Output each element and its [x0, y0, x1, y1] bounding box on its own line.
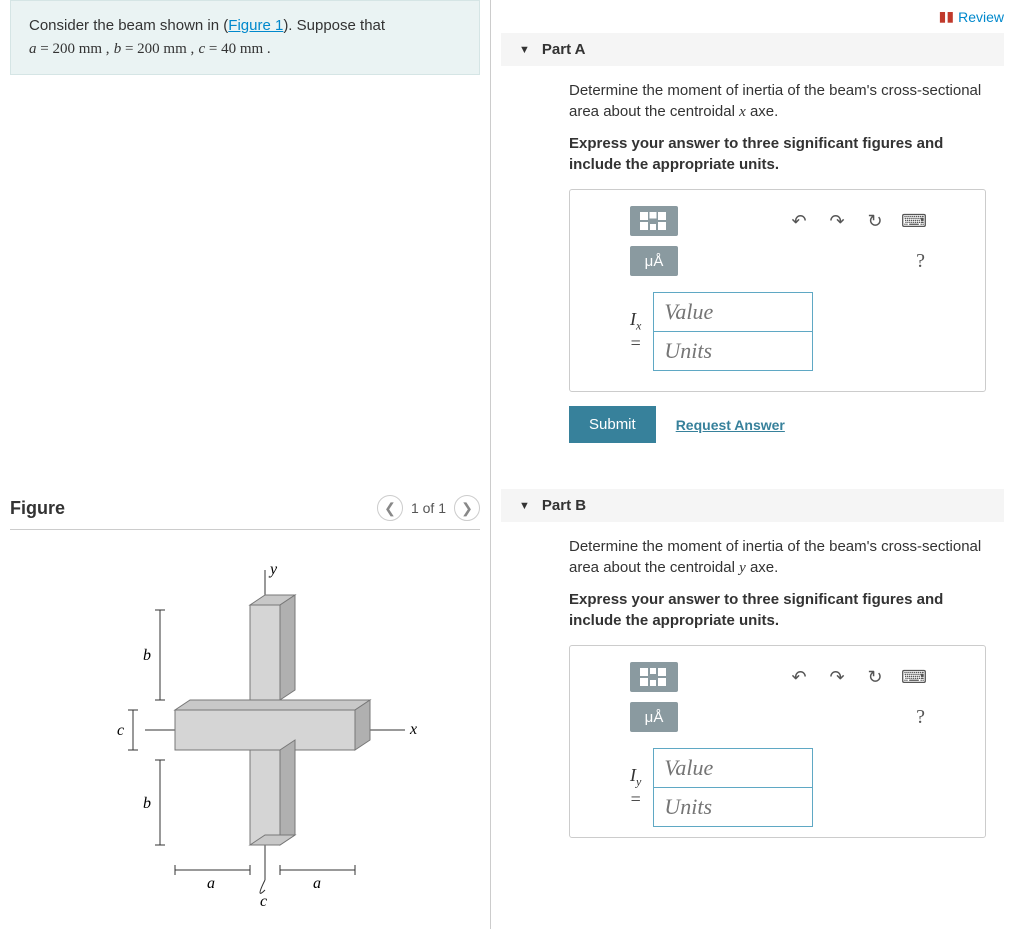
caret-down-icon: ▼: [519, 44, 530, 56]
part-a-instruction: Express your answer to three significant…: [569, 133, 986, 175]
help-icon[interactable]: ?: [916, 706, 925, 729]
part-a-question: Determine the moment of inertia of the b…: [569, 80, 986, 123]
reset-icon[interactable]: ↻: [863, 667, 887, 688]
figure-next-button[interactable]: ❯: [454, 495, 480, 521]
val-b: = 200 mm ,: [121, 41, 194, 57]
figure-nav: ❮ 1 of 1 ❯: [377, 495, 480, 521]
keyboard-icon[interactable]: ⌨: [901, 667, 925, 688]
part-b-title: Part B: [542, 497, 586, 514]
reset-icon[interactable]: ↻: [863, 211, 887, 232]
units-input[interactable]: [653, 787, 813, 827]
units-format-button[interactable]: μÅ: [630, 702, 678, 732]
redo-icon[interactable]: ↷: [825, 667, 849, 688]
templates-button[interactable]: [630, 206, 678, 236]
value-input[interactable]: [653, 292, 813, 332]
svg-text:b: b: [143, 647, 151, 664]
val-c: = 40 mm .: [205, 41, 271, 57]
value-input[interactable]: [653, 748, 813, 788]
svg-text:b: b: [143, 795, 151, 812]
val-a: = 200 mm ,: [37, 41, 110, 57]
undo-icon[interactable]: ↶: [787, 211, 811, 232]
figure-section: Figure ❮ 1 of 1 ❯ y x: [10, 495, 480, 933]
caret-down-icon: ▼: [519, 500, 530, 512]
figure-image: y x: [10, 530, 480, 933]
figure-prev-button[interactable]: ❮: [377, 495, 403, 521]
part-a-header[interactable]: ▼ Part A: [501, 33, 1004, 66]
svg-text:c: c: [260, 893, 267, 910]
part-b-instruction: Express your answer to three significant…: [569, 589, 986, 631]
undo-icon[interactable]: ↶: [787, 667, 811, 688]
request-answer-link[interactable]: Request Answer: [676, 417, 785, 433]
var-a: a: [29, 41, 37, 57]
svg-text:y: y: [268, 561, 278, 578]
keyboard-icon[interactable]: ⌨: [901, 211, 925, 232]
svg-text:a: a: [313, 875, 321, 892]
part-a-title: Part A: [542, 41, 586, 58]
variable-label-iy: Iy =: [630, 765, 641, 811]
part-b-section: ▼ Part B Determine the moment of inertia…: [501, 489, 1004, 872]
review-link[interactable]: ▮▮ Review: [501, 0, 1004, 33]
figure-counter: 1 of 1: [411, 500, 446, 516]
problem-statement: Consider the beam shown in (Figure 1). S…: [10, 0, 480, 75]
svg-text:a: a: [207, 875, 215, 892]
submit-button[interactable]: Submit: [569, 406, 656, 443]
svg-text:c: c: [117, 722, 124, 739]
figure-title: Figure: [10, 498, 65, 519]
part-b-header[interactable]: ▼ Part B: [501, 489, 1004, 522]
part-b-answer-box: ↶ ↷ ↻ ⌨ μÅ ? Iy =: [569, 645, 986, 838]
part-a-answer-box: ↶ ↷ ↻ ⌨ μÅ ? Ix =: [569, 189, 986, 392]
units-input[interactable]: [653, 331, 813, 371]
problem-text-suffix: ). Suppose that: [283, 17, 385, 34]
templates-button[interactable]: [630, 662, 678, 692]
part-b-question: Determine the moment of inertia of the b…: [569, 536, 986, 579]
redo-icon[interactable]: ↷: [825, 211, 849, 232]
units-format-button[interactable]: μÅ: [630, 246, 678, 276]
figure-link[interactable]: Figure 1: [228, 17, 283, 34]
part-a-section: ▼ Part A Determine the moment of inertia…: [501, 33, 1004, 463]
problem-text-prefix: Consider the beam shown in (: [29, 17, 228, 34]
variable-label-ix: Ix =: [630, 309, 641, 355]
svg-text:x: x: [409, 721, 417, 738]
book-icon: ▮▮: [939, 8, 954, 25]
help-icon[interactable]: ?: [916, 250, 925, 273]
